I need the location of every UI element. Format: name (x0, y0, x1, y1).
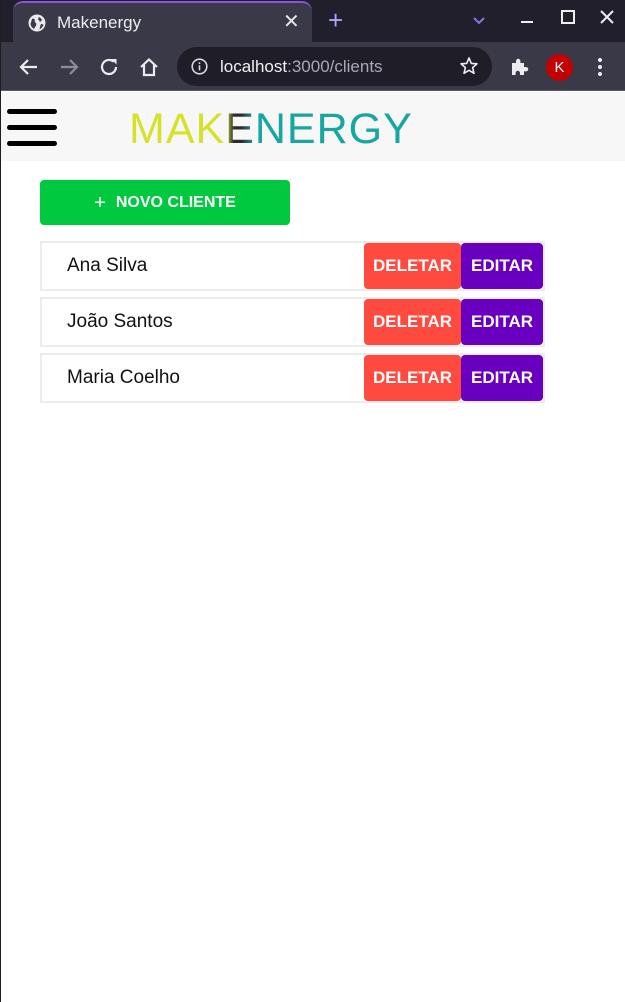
client-name: Ana Silva (67, 255, 148, 276)
reload-icon[interactable] (98, 56, 120, 78)
list-item: João Santos DELETAR EDITAR (40, 297, 545, 347)
tab-search-chevron-icon[interactable] (471, 12, 487, 28)
extensions-puzzle-icon[interactable] (508, 56, 530, 78)
close-tab-icon[interactable]: ✕ (283, 12, 300, 32)
url-path: :3000/clients (287, 57, 383, 76)
tab-title: Makenergy (57, 13, 142, 32)
site-info-icon[interactable] (191, 58, 208, 75)
client-list: Ana Silva DELETAR EDITAR João Santos DEL… (40, 241, 545, 409)
client-name: Maria Coelho (67, 367, 180, 388)
minimize-icon[interactable] (519, 9, 535, 25)
new-tab-icon[interactable]: + (328, 7, 343, 33)
home-icon[interactable] (138, 56, 160, 78)
bookmark-star-icon[interactable] (459, 56, 479, 76)
window-close-icon[interactable] (599, 9, 615, 25)
delete-button[interactable]: DELETAR (364, 299, 461, 345)
browser-toolbar: localhost:3000/clients K (1, 42, 625, 91)
edit-button[interactable]: EDITAR (461, 355, 543, 401)
url-host: localhost (220, 57, 288, 76)
delete-button[interactable]: DELETAR (364, 243, 461, 289)
delete-button[interactable]: DELETAR (364, 355, 461, 401)
list-item: Ana Silva DELETAR EDITAR (40, 241, 545, 291)
url-text: localhost:3000/clients (220, 57, 383, 77)
browser-tab-strip: Makenergy ✕ + (1, 0, 625, 42)
edit-button[interactable]: EDITAR (461, 299, 543, 345)
maximize-icon[interactable] (560, 9, 576, 25)
globe-icon (28, 14, 46, 32)
browser-menu-icon[interactable] (592, 55, 608, 79)
hamburger-menu-icon[interactable] (7, 109, 57, 146)
plus-icon: + (94, 191, 106, 214)
forward-arrow-icon[interactable] (58, 56, 80, 78)
browser-tab[interactable]: Makenergy ✕ (13, 1, 312, 42)
profile-avatar[interactable]: K (546, 54, 573, 81)
makenergy-logo: MAKENERGY (129, 105, 413, 153)
client-name: João Santos (67, 311, 173, 332)
list-item: Maria Coelho DELETAR EDITAR (40, 353, 545, 403)
new-client-button[interactable]: + NOVO CLIENTE (40, 180, 290, 225)
edit-button[interactable]: EDITAR (461, 243, 543, 289)
new-client-label: NOVO CLIENTE (115, 193, 236, 211)
address-bar[interactable]: localhost:3000/clients (177, 47, 492, 86)
back-arrow-icon[interactable] (18, 56, 40, 78)
app-header: MAKENERGY (1, 92, 625, 161)
